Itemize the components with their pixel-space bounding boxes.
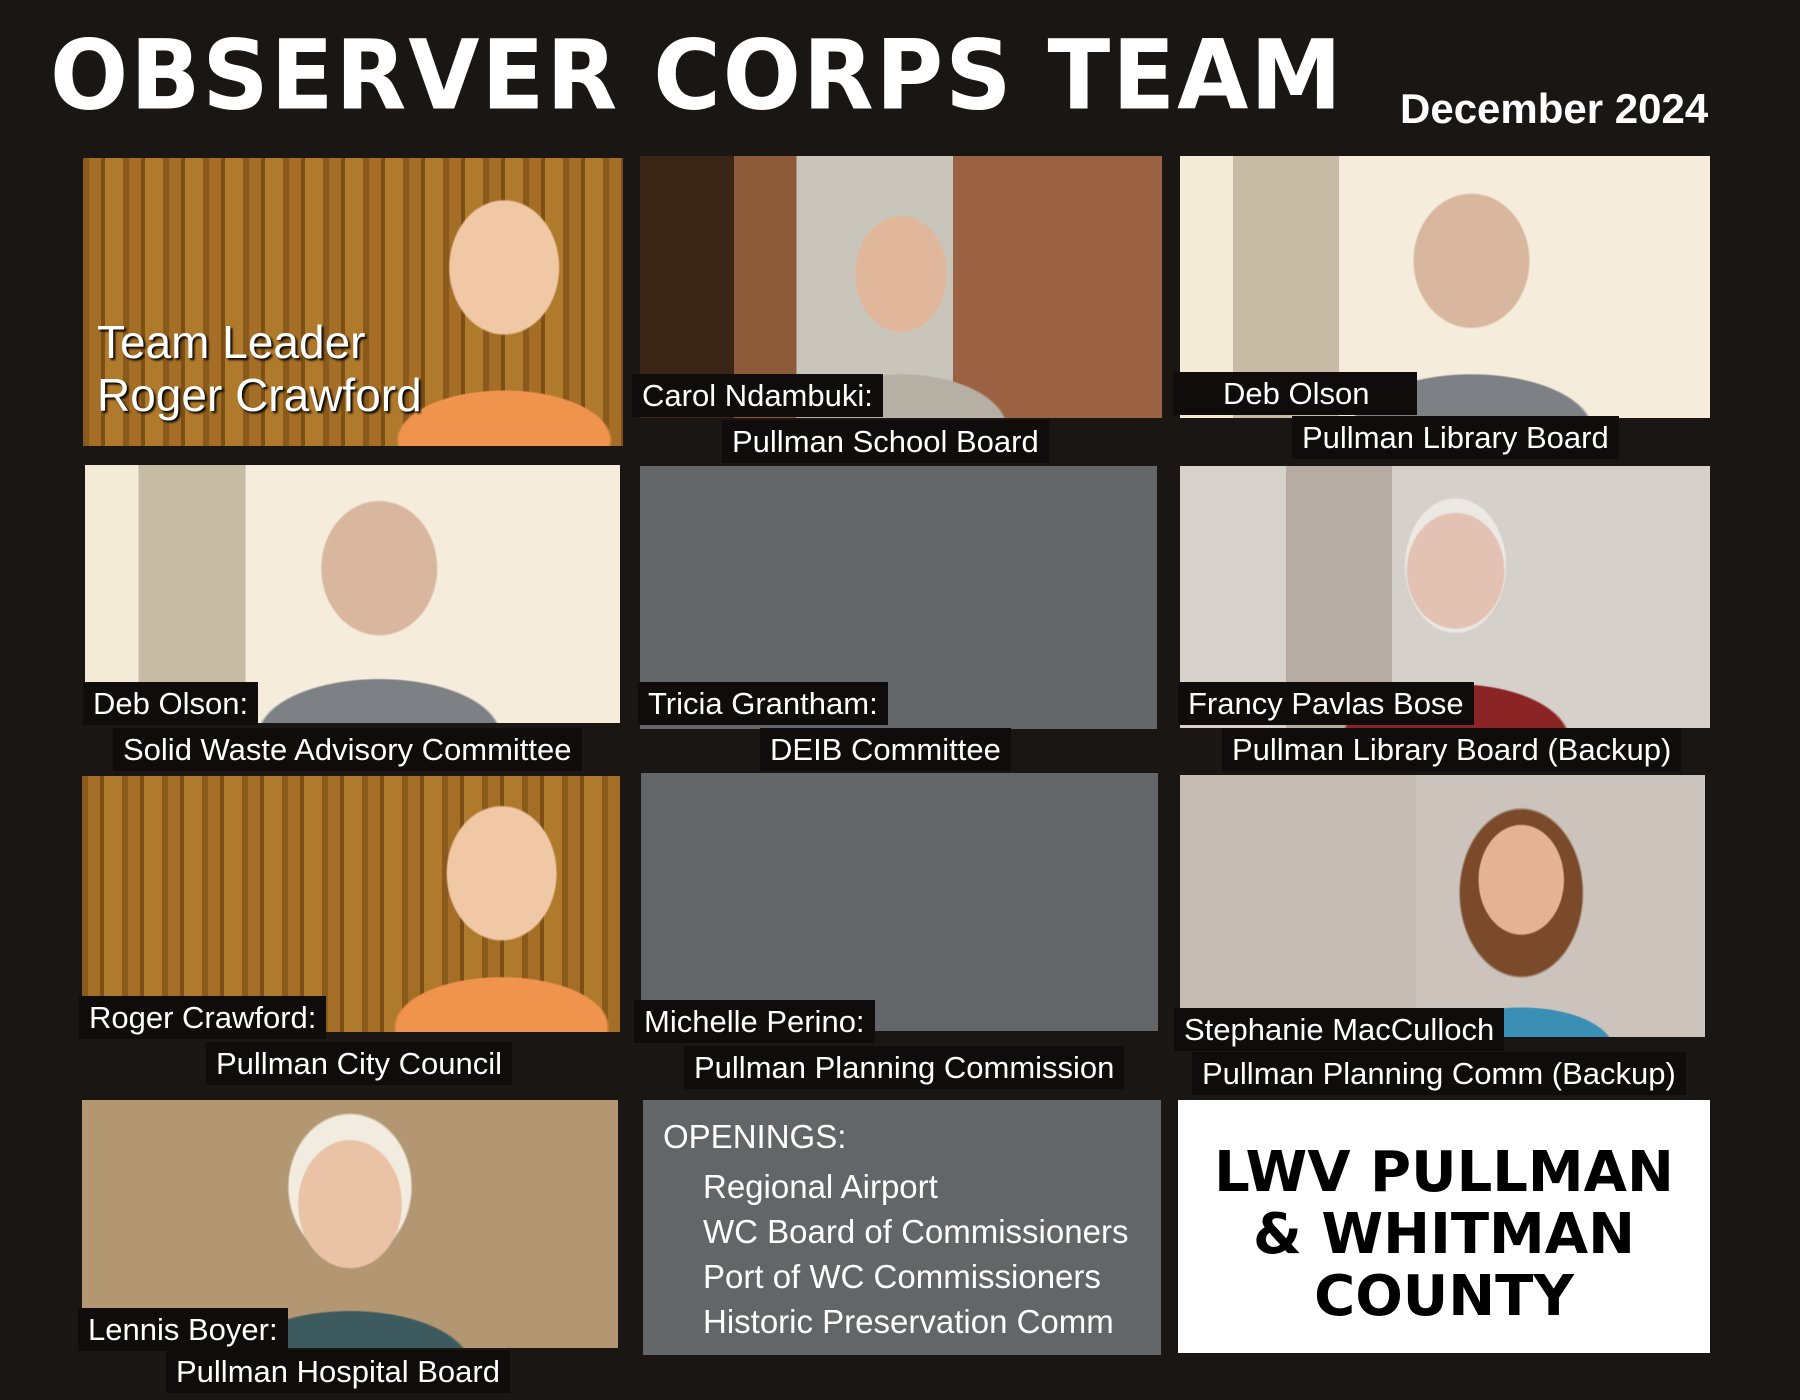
member-card-stephanie [1180,775,1705,1037]
list-item: Historic Preservation Comm [703,1303,1114,1340]
date-label: December 2024 [1400,85,1709,132]
member-role: Pullman City Council [206,1042,512,1085]
list-item: Port of WC Commissioners [703,1258,1101,1295]
team-leader-caption: Team Leader Roger Crawford [97,316,422,422]
member-name: Tricia Grantham: [638,682,888,725]
team-leader-title: Team Leader [97,316,366,368]
team-leader-photo: Team Leader Roger Crawford [83,158,623,446]
member-role: Pullman School Board [722,420,1049,463]
logo-line: LWV PULLMAN [1214,1140,1674,1205]
list-item: Regional Airport [703,1168,938,1205]
openings-list: Regional Airport WC Board of Commissione… [703,1164,1128,1344]
lwv-logo: LWV PULLMAN & WHITMAN COUNTY [1178,1100,1710,1353]
member-role: Pullman Planning Comm (Backup) [1192,1052,1686,1095]
member-role: Pullman Library Board [1292,416,1619,459]
member-role: DEIB Committee [760,728,1011,771]
stephanie-macculloch-image [1180,775,1705,1037]
member-name: Carol Ndambuki: [632,374,883,417]
logo-line: & WHITMAN [1253,1202,1635,1267]
member-name: Deb Olson [1173,372,1418,415]
member-name: Lennis Boyer: [78,1308,288,1351]
member-name: Roger Crawford: [79,996,327,1039]
member-role: Solid Waste Advisory Committee [113,728,582,771]
openings-heading: OPENINGS: [663,1118,847,1155]
member-name: Francy Pavlas Bose [1178,682,1474,725]
member-role: Pullman Planning Commission [684,1046,1125,1089]
roger-crawford-image [82,776,620,1032]
logo-line: COUNTY [1314,1264,1574,1329]
member-name: Stephanie MacCulloch [1174,1008,1505,1051]
member-role: Pullman Library Board (Backup) [1222,728,1682,771]
list-item: WC Board of Commissioners [703,1213,1129,1250]
member-name: Deb Olson: [83,682,259,725]
member-role: Pullman Hospital Board [166,1350,510,1393]
member-name: Michelle Perino: [634,1000,875,1043]
openings-panel: OPENINGS: Regional Airport WC Board of C… [643,1100,1161,1355]
member-card-roger [82,776,620,1032]
team-leader-name: Roger Crawford [97,368,422,421]
page-title: OBSERVER CORPS TEAM [50,19,1344,132]
member-card-michelle [641,773,1158,1031]
